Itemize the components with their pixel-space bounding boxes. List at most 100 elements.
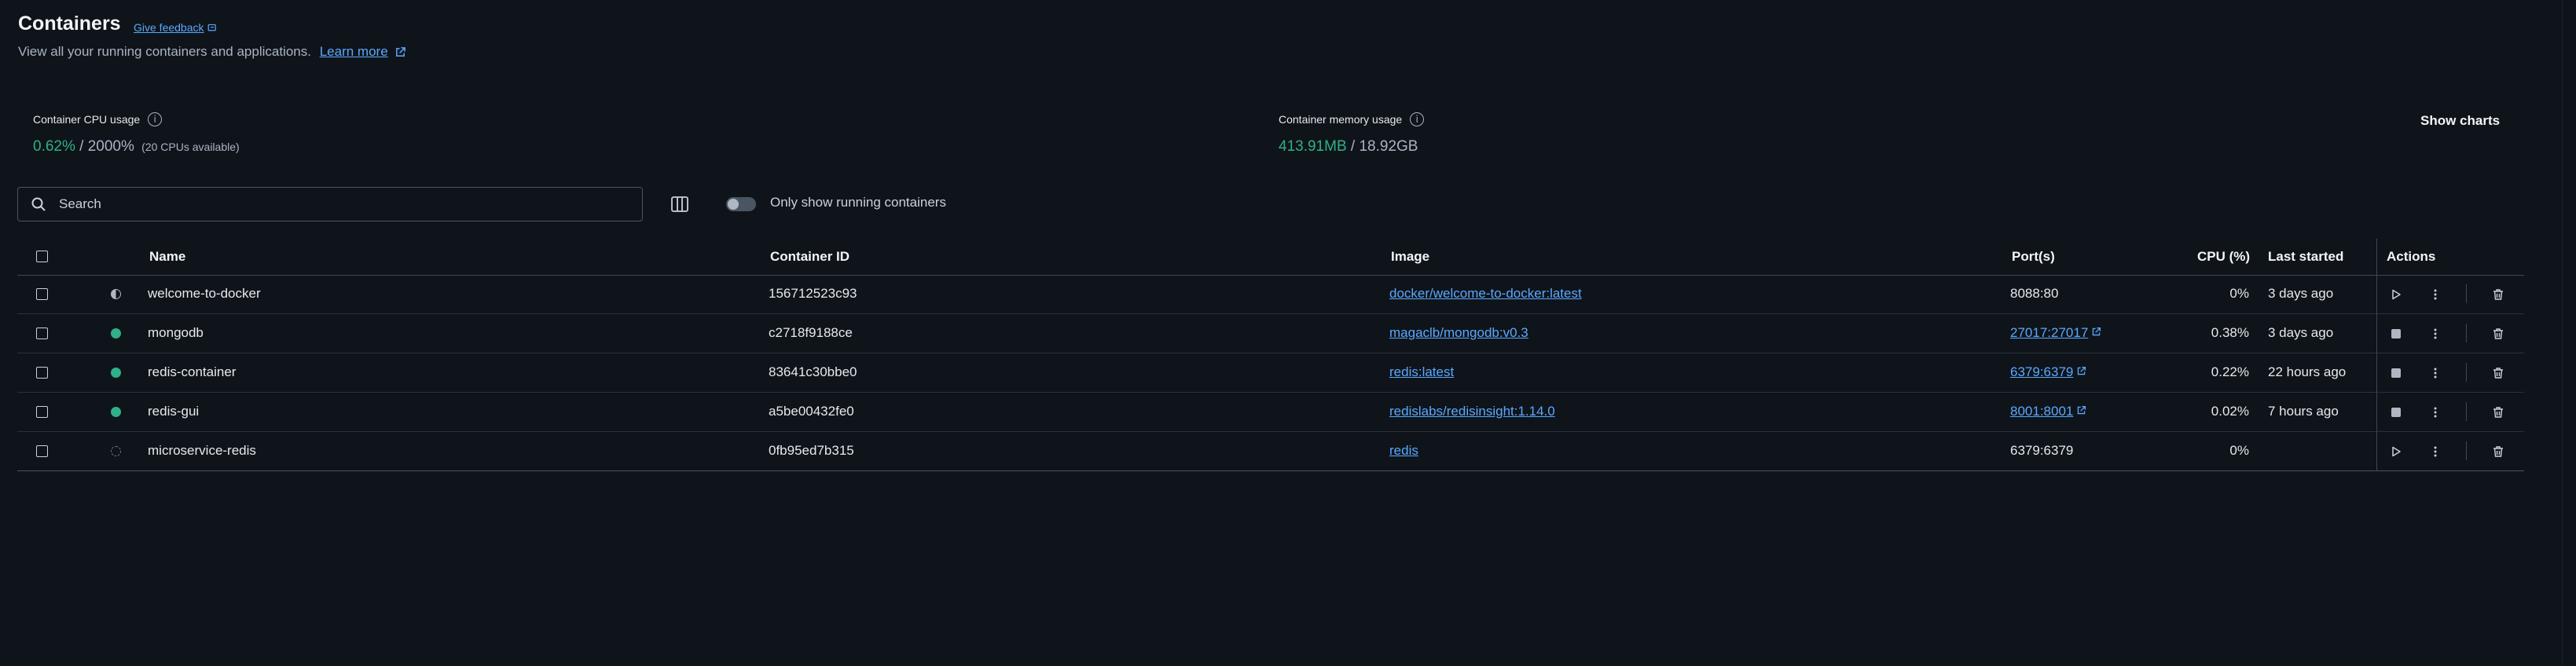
more-options-icon[interactable] — [2427, 325, 2444, 342]
delete-icon[interactable] — [2490, 443, 2507, 460]
column-header-actions: Actions — [2387, 249, 2436, 264]
image-link[interactable]: redis — [1389, 443, 1418, 458]
column-header-ports[interactable]: Port(s) — [2012, 249, 2055, 265]
container-name[interactable]: redis-container — [148, 364, 236, 380]
last-started: 22 hours ago — [2268, 364, 2347, 379]
image-cell: redis:latest — [1389, 364, 1454, 380]
row-checkbox[interactable] — [36, 288, 48, 300]
page-title: Containers — [18, 13, 121, 35]
delete-icon[interactable] — [2490, 364, 2507, 382]
container-id: 83641c30bbe0 — [769, 364, 857, 379]
memory-total: 18.92GB — [1359, 138, 1418, 155]
table-header: Name Container ID Image Port(s) CPU (%) … — [17, 239, 2524, 276]
status-indicator — [111, 368, 121, 378]
container-name[interactable]: mongodb — [148, 325, 204, 341]
image-link[interactable]: redislabs/redisinsight:1.14.0 — [1389, 404, 1555, 419]
ports-cell: 27017:27017 — [2010, 325, 2101, 341]
show-charts-button[interactable]: Show charts — [2420, 113, 2500, 129]
column-header-last-started[interactable]: Last started — [2268, 249, 2343, 265]
external-link-icon — [396, 47, 406, 57]
image-cell: redis — [1389, 443, 1418, 459]
search-input[interactable] — [57, 196, 611, 213]
column-header-cpu[interactable]: CPU (%) — [2197, 249, 2250, 265]
action-separator — [2466, 441, 2467, 460]
delete-icon[interactable] — [2490, 286, 2507, 303]
external-link-icon — [2091, 325, 2101, 341]
ports-cell: 8001:8001 — [2010, 404, 2086, 419]
container-name[interactable]: redis-gui — [148, 404, 199, 419]
table-row[interactable]: redis-gui a5be00432fe0 redislabs/redisin… — [17, 393, 2524, 432]
feedback-icon — [207, 24, 216, 31]
more-options-icon[interactable] — [2427, 286, 2444, 303]
image-link[interactable]: magaclb/mongodb:v0.3 — [1389, 325, 1528, 340]
row-checkbox[interactable] — [36, 445, 48, 457]
last-started: 7 hours ago — [2268, 404, 2339, 419]
more-options-icon[interactable] — [2427, 443, 2444, 460]
last-started: 3 days ago — [2268, 325, 2334, 340]
delete-icon[interactable] — [2490, 325, 2507, 342]
action-separator — [2466, 324, 2467, 342]
external-link-icon — [2076, 404, 2086, 419]
container-id: 0fb95ed7b315 — [769, 443, 854, 458]
info-icon[interactable]: i — [148, 112, 163, 126]
action-separator — [2466, 363, 2467, 382]
panel-edge — [2562, 0, 2563, 666]
row-checkbox[interactable] — [36, 367, 48, 379]
running-only-label: Only show running containers — [770, 195, 946, 210]
more-options-icon[interactable] — [2427, 364, 2444, 382]
stop-icon[interactable] — [2387, 325, 2405, 342]
start-icon[interactable] — [2387, 443, 2405, 460]
more-options-icon[interactable] — [2427, 404, 2444, 421]
info-icon[interactable]: i — [1410, 112, 1425, 126]
container-id: c2718f9188ce — [769, 325, 853, 340]
column-header-container-id[interactable]: Container ID — [770, 249, 849, 265]
cpu-total: 2000% — [87, 138, 134, 155]
image-link[interactable]: docker/welcome-to-docker:latest — [1389, 286, 1582, 301]
separator: / — [79, 138, 84, 155]
stop-icon[interactable] — [2387, 364, 2405, 382]
image-link[interactable]: redis:latest — [1389, 364, 1454, 379]
delete-icon[interactable] — [2490, 404, 2507, 421]
actions-divider — [2376, 239, 2377, 471]
give-feedback-label: Give feedback — [134, 21, 204, 34]
status-indicator — [111, 328, 121, 338]
column-header-image[interactable]: Image — [1391, 249, 1429, 265]
memory-usage-label: Container memory usage i — [1279, 112, 1425, 126]
external-link-icon — [2076, 364, 2086, 380]
cpu-percent: 0.38% — [2211, 325, 2249, 340]
port-mapping: 6379:6379 — [2010, 364, 2074, 379]
memory-used: 413.91MB — [1279, 138, 1347, 155]
table-row[interactable]: redis-container 83641c30bbe0 redis:lates… — [17, 353, 2524, 393]
port-link[interactable]: 6379:6379 — [2010, 364, 2086, 380]
stop-icon[interactable] — [2387, 404, 2405, 421]
cpu-usage-label-text: Container CPU usage — [33, 113, 141, 126]
running-only-toggle[interactable] — [726, 197, 756, 211]
table-row[interactable]: welcome-to-docker 156712523c93 docker/we… — [17, 275, 2524, 314]
image-cell: docker/welcome-to-docker:latest — [1389, 286, 1582, 302]
memory-usage-label-text: Container memory usage — [1279, 113, 1403, 126]
table-row[interactable]: microservice-redis 0fb95ed7b315 redis 63… — [17, 432, 2524, 471]
port-link[interactable]: 27017:27017 — [2010, 325, 2101, 341]
last-started: 3 days ago — [2268, 286, 2334, 301]
cpu-used: 0.62% — [33, 138, 75, 155]
give-feedback-link[interactable]: Give feedback — [134, 21, 218, 34]
container-name[interactable]: welcome-to-docker — [148, 286, 261, 302]
search-box[interactable] — [17, 187, 643, 221]
learn-more-label: Learn more — [319, 44, 388, 59]
row-checkbox[interactable] — [36, 406, 48, 418]
learn-more-link[interactable]: Learn more — [320, 44, 388, 59]
row-checkbox[interactable] — [36, 328, 48, 339]
container-name[interactable]: microservice-redis — [148, 443, 256, 459]
column-header-name[interactable]: Name — [149, 249, 185, 265]
columns-icon[interactable] — [668, 192, 692, 216]
port-link[interactable]: 8001:8001 — [2010, 404, 2086, 419]
status-indicator — [111, 446, 121, 456]
cpu-note: (20 CPUs available) — [141, 141, 240, 153]
start-icon[interactable] — [2387, 286, 2405, 303]
cpu-percent: 0.02% — [2211, 404, 2249, 419]
select-all-checkbox[interactable] — [36, 251, 48, 262]
port-mapping: 6379:6379 — [2010, 443, 2074, 458]
port-mapping: 8088:80 — [2010, 286, 2059, 301]
table-row[interactable]: mongodb c2718f9188ce magaclb/mongodb:v0.… — [17, 314, 2524, 353]
toggle-knob — [728, 199, 739, 210]
